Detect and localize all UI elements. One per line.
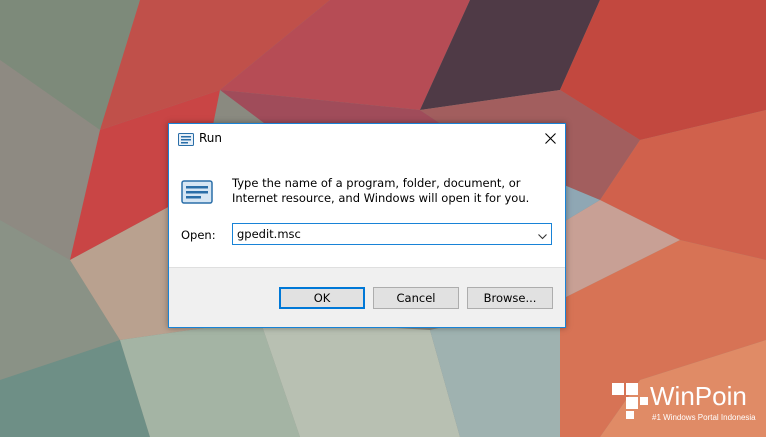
winpoin-watermark: WinPoin #1 Windows Portal Indonesia — [612, 381, 762, 427]
button-bar: OK Cancel Browse... — [169, 267, 565, 327]
ok-button[interactable]: OK — [279, 287, 365, 309]
watermark-brand: WinPoin — [650, 381, 747, 411]
description-text: Type the name of a program, folder, docu… — [232, 176, 530, 205]
open-label: Open: — [181, 228, 216, 242]
browse-button[interactable]: Browse... — [467, 287, 553, 309]
run-icon — [178, 132, 194, 146]
dialog-title: Run — [199, 131, 223, 145]
dropdown-button[interactable] — [533, 224, 551, 244]
dialog-body: Type the name of a program, folder, docu… — [169, 154, 565, 267]
open-combobox[interactable]: gpedit.msc — [232, 223, 552, 245]
open-input[interactable]: gpedit.msc — [237, 227, 301, 241]
cancel-button[interactable]: Cancel — [373, 287, 459, 309]
chevron-down-icon — [537, 225, 547, 244]
title-bar[interactable]: Run — [169, 124, 565, 154]
close-button[interactable] — [535, 124, 565, 153]
watermark-tagline: #1 Windows Portal Indonesia — [652, 413, 756, 422]
run-program-icon — [181, 180, 213, 204]
desktop-background: Run Type the name of a program, folder, … — [0, 0, 766, 437]
close-icon — [544, 129, 556, 148]
run-dialog: Run Type the name of a program, folder, … — [168, 123, 566, 328]
